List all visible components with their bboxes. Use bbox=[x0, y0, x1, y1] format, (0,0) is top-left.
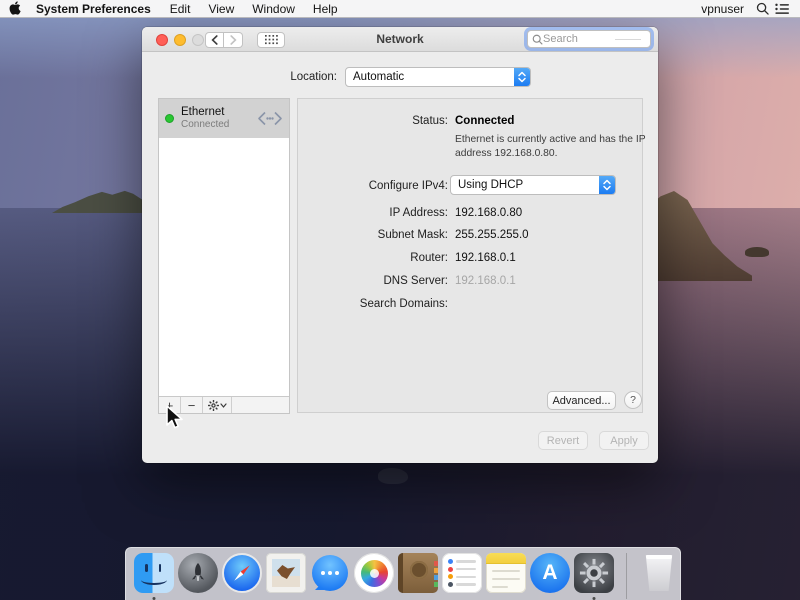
dock-icon-contacts[interactable] bbox=[398, 553, 438, 593]
subnet-mask-value: 255.255.255.0 bbox=[455, 229, 529, 241]
help-button[interactable]: ? bbox=[624, 391, 642, 409]
location-label: Location: bbox=[182, 71, 337, 83]
status-value: Connected bbox=[455, 115, 514, 127]
router-label: Router: bbox=[298, 252, 448, 264]
subnet-mask-label: Subnet Mask: bbox=[298, 229, 448, 241]
ip-address-label: IP Address: bbox=[298, 207, 448, 219]
service-name: Ethernet bbox=[181, 105, 257, 119]
service-status: Connected bbox=[181, 119, 257, 132]
dns-server-value: 192.168.0.1 bbox=[455, 275, 516, 287]
status-dot-connected bbox=[165, 114, 174, 123]
location-popup-value: Automatic bbox=[346, 71, 514, 83]
search-field[interactable] bbox=[527, 30, 651, 48]
dock-icon-mail[interactable] bbox=[266, 553, 306, 593]
dock-icon-photos[interactable] bbox=[354, 553, 394, 593]
ethernet-icon bbox=[257, 111, 283, 126]
dock-icon-trash[interactable] bbox=[639, 553, 679, 593]
notification-center-icon[interactable] bbox=[775, 3, 790, 15]
chevron-down-icon bbox=[220, 403, 227, 408]
revert-button[interactable]: Revert bbox=[538, 431, 588, 450]
dock-icon-finder[interactable] bbox=[134, 553, 174, 593]
popup-stepper-icon bbox=[514, 68, 530, 86]
dock-icon-app-store[interactable]: A bbox=[530, 553, 570, 593]
reminders-icon bbox=[442, 553, 482, 593]
window-titlebar[interactable]: Network bbox=[142, 27, 658, 52]
network-window: Network Location: Automatic Ethernet Con… bbox=[142, 27, 658, 463]
status-description: Ethernet is currently active and has the… bbox=[455, 133, 651, 161]
action-menu-button[interactable] bbox=[203, 397, 232, 413]
menu-item-help[interactable]: Help bbox=[304, 2, 347, 16]
search-icon bbox=[532, 34, 543, 45]
mail-icon bbox=[266, 553, 306, 593]
status-label: Status: bbox=[298, 115, 448, 127]
configure-ipv4-popup[interactable]: Using DHCP bbox=[450, 175, 616, 195]
menu-item-window[interactable]: Window bbox=[243, 2, 304, 16]
photos-icon bbox=[354, 553, 394, 593]
dns-server-label: DNS Server: bbox=[298, 275, 448, 287]
apple-logo-icon bbox=[9, 1, 22, 16]
dock: A bbox=[125, 547, 681, 600]
configure-ipv4-value: Using DHCP bbox=[451, 179, 599, 191]
menu-item-app[interactable]: System Preferences bbox=[30, 2, 161, 16]
spotlight-search-icon[interactable] bbox=[756, 2, 769, 15]
menu-username[interactable]: vpnuser bbox=[701, 2, 750, 16]
menu-item-view[interactable]: View bbox=[199, 2, 243, 16]
system-preferences-icon bbox=[574, 553, 614, 593]
dock-icon-launchpad[interactable] bbox=[178, 553, 218, 593]
dock-icon-messages[interactable] bbox=[310, 553, 350, 593]
safari-icon bbox=[222, 553, 262, 593]
dock-icon-reminders[interactable] bbox=[442, 553, 482, 593]
sidebar-item-ethernet[interactable]: Ethernet Connected bbox=[159, 99, 289, 138]
app-store-icon: A bbox=[530, 553, 570, 593]
detail-pane: Status: Connected Ethernet is currently … bbox=[297, 98, 643, 413]
notes-icon bbox=[486, 553, 526, 593]
location-popup[interactable]: Automatic bbox=[345, 67, 531, 87]
search-field-line bbox=[615, 39, 641, 40]
mouse-cursor bbox=[162, 404, 186, 432]
trash-icon bbox=[644, 555, 674, 591]
dock-icon-notes[interactable] bbox=[486, 553, 526, 593]
wallpaper-rock-center bbox=[378, 468, 408, 484]
search-domains-label: Search Domains: bbox=[298, 298, 448, 310]
apply-button[interactable]: Apply bbox=[599, 431, 649, 450]
advanced-button[interactable]: Advanced... bbox=[547, 391, 616, 410]
services-sidebar: Ethernet Connected + − bbox=[158, 98, 290, 414]
dock-icon-system-preferences[interactable] bbox=[574, 553, 614, 593]
ip-address-value: 192.168.0.80 bbox=[455, 207, 522, 219]
contacts-icon bbox=[398, 553, 438, 593]
popup-stepper-icon bbox=[599, 176, 615, 194]
launchpad-icon bbox=[178, 553, 218, 593]
dock-separator bbox=[626, 553, 627, 599]
apple-menu[interactable] bbox=[0, 1, 30, 16]
wallpaper-rock-right bbox=[745, 247, 769, 257]
menu-bar: System Preferences Edit View Window Help… bbox=[0, 0, 800, 18]
router-value: 192.168.0.1 bbox=[455, 252, 516, 264]
search-input[interactable] bbox=[543, 33, 613, 45]
configure-ipv4-label: Configure IPv4: bbox=[298, 180, 448, 192]
menu-item-edit[interactable]: Edit bbox=[161, 2, 200, 16]
messages-icon bbox=[310, 553, 350, 593]
gear-icon bbox=[208, 400, 219, 411]
finder-icon bbox=[134, 553, 174, 593]
dock-icon-safari[interactable] bbox=[222, 553, 262, 593]
